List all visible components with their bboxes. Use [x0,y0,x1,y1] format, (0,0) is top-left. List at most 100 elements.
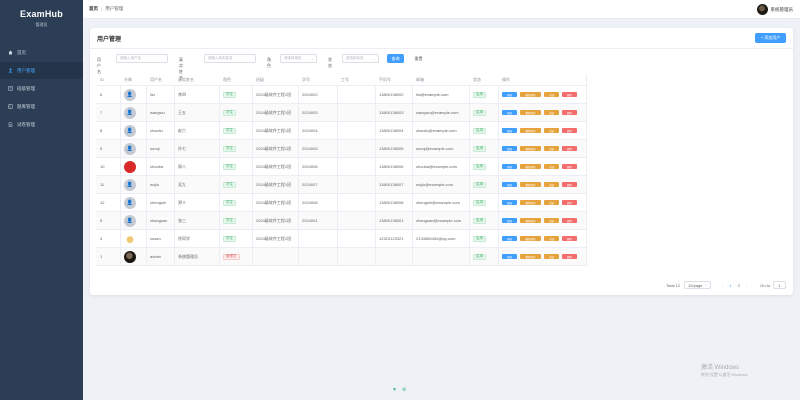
freeze-button[interactable]: 冻结 [544,164,559,169]
realname-input[interactable]: 请输入真实姓名 [204,54,256,63]
delete-button[interactable]: 删除 [562,110,577,115]
role-cell: 学生 [223,212,236,229]
reset-password-button[interactable]: 重置密码 [520,92,541,97]
column-divider [146,194,147,211]
reset-password-button[interactable]: 重置密码 [520,182,541,187]
breadcrumb-home[interactable]: 首页 [89,6,98,12]
delete-button[interactable]: 删除 [562,200,577,205]
freeze-button[interactable]: 冻结 [544,218,559,223]
cell-username: wujiu [150,182,160,187]
username-input[interactable]: 请输入用户名 [116,54,168,63]
edit-button[interactable]: 编辑 [502,254,517,259]
status-badge: 启用 [473,253,486,260]
reset-password-button[interactable]: 重置密码 [520,110,541,115]
delete-button[interactable]: 删除 [562,128,577,133]
column-divider [174,104,175,121]
cell-student-no: 2024005 [302,146,318,151]
cell-username: admin [150,254,161,259]
edit-button[interactable]: 编辑 [502,200,517,205]
row-actions: 编辑 重置密码 冻结 删除 [502,176,580,193]
edit-button[interactable]: 编辑 [502,128,517,133]
settings-icon[interactable]: ⚙ [402,387,406,393]
column-divider [120,158,121,175]
sidebar-item-classes[interactable]: 班级管理 [0,80,83,97]
add-user-button[interactable]: + 添加用户 [755,33,786,43]
cell-email: zhaoliu@example.com [416,128,457,133]
status-cell: 启用 [473,122,486,139]
sidebar-item-questions[interactable]: 题库管理 [0,98,83,115]
user-name: 系统管理员 [770,6,794,12]
cell-username: zhaoliu [150,128,163,133]
vue-devtools-icon[interactable]: ▼ [392,387,397,393]
column-divider [298,158,299,175]
status-badge: 启用 [473,127,486,134]
cell-phone: 13800138007 [379,182,404,187]
delete-button[interactable]: 删除 [562,92,577,97]
delete-button[interactable]: 删除 [562,236,577,241]
column-divider [412,248,413,265]
edit-button[interactable]: 编辑 [502,182,517,187]
role-select[interactable]: 请选择角色 ⌄ [280,54,317,63]
edit-button[interactable]: 编辑 [502,218,517,223]
column-divider [146,248,147,265]
edit-button[interactable]: 编辑 [502,92,517,97]
delete-button[interactable]: 删除 [562,146,577,151]
freeze-button[interactable]: 冻结 [544,128,559,133]
column-divider [375,158,376,175]
user-menu[interactable]: 系统管理员 [756,4,794,15]
freeze-button[interactable]: 冻结 [544,110,559,115]
reset-password-button[interactable]: 重置密码 [520,164,541,169]
status-cell: 启用 [473,230,486,247]
reset-password-button[interactable]: 重置密码 [520,254,541,259]
delete-button[interactable]: 删除 [562,254,577,259]
freeze-button[interactable]: 冻结 [544,254,559,259]
query-button[interactable]: 查询 [387,54,404,63]
delete-button[interactable]: 删除 [562,218,577,223]
sidebar-item-home[interactable]: 首页 [0,44,83,61]
column-header: 邮箱 [416,76,424,82]
column-divider [252,248,253,265]
freeze-button[interactable]: 冻结 [544,182,559,187]
reset-password-button[interactable]: 重置密码 [520,128,541,133]
column-divider [252,122,253,139]
page-number-1[interactable]: 1 [729,283,731,288]
avatar-cell: 👤 [124,212,136,229]
sidebar-item-users[interactable]: 用户管理 [0,62,83,79]
page-number-2[interactable]: 2 [738,283,740,288]
freeze-button[interactable]: 冻结 [544,236,559,241]
next-page-button[interactable]: › [746,283,747,288]
sidebar-item-papers[interactable]: 试卷管理 [0,116,83,133]
edit-button[interactable]: 编辑 [502,110,517,115]
prev-page-button[interactable]: ‹ [722,283,723,288]
reset-password-button[interactable]: 重置密码 [520,200,541,205]
edit-button[interactable]: 编辑 [502,164,517,169]
cell-email: wujiu@example.com [416,182,453,187]
reset-password-button[interactable]: 重置密码 [520,146,541,151]
reset-password-button[interactable]: 重置密码 [520,236,541,241]
goto-input[interactable]: 1 [773,281,786,289]
row-actions: 编辑 重置密码 冻结 删除 [502,104,580,121]
sidebar-item-label: 试卷管理 [17,121,35,127]
reset-button[interactable]: 重置 [410,54,427,63]
cell-id: 5 [100,218,103,223]
column-divider [174,248,175,265]
delete-button[interactable]: 删除 [562,182,577,187]
freeze-button[interactable]: 冻结 [544,200,559,205]
edit-button[interactable]: 编辑 [502,146,517,151]
freeze-button[interactable]: 冻结 [544,146,559,151]
app-name: ExamHub [20,9,63,19]
cell-phone: 13800138008 [379,200,404,205]
status-select[interactable]: 请选择状态 ⌄ [342,54,379,63]
cell-student-no: 2024007 [302,182,318,187]
cell-id: 10 [100,164,105,169]
reset-password-button[interactable]: 重置密码 [520,218,541,223]
delete-button[interactable]: 删除 [562,164,577,169]
column-divider [375,230,376,247]
table-row: 12 👤 zhengshi 郑十 学生 2024级软件工程1班 2024008 1380013… [96,194,586,212]
column-divider [298,230,299,247]
column-divider [375,176,376,193]
edit-button[interactable]: 编辑 [502,236,517,241]
role-badge: 学生 [223,91,236,98]
page-size-select[interactable]: 10/page ⌄ [684,281,712,289]
freeze-button[interactable]: 冻结 [544,92,559,97]
